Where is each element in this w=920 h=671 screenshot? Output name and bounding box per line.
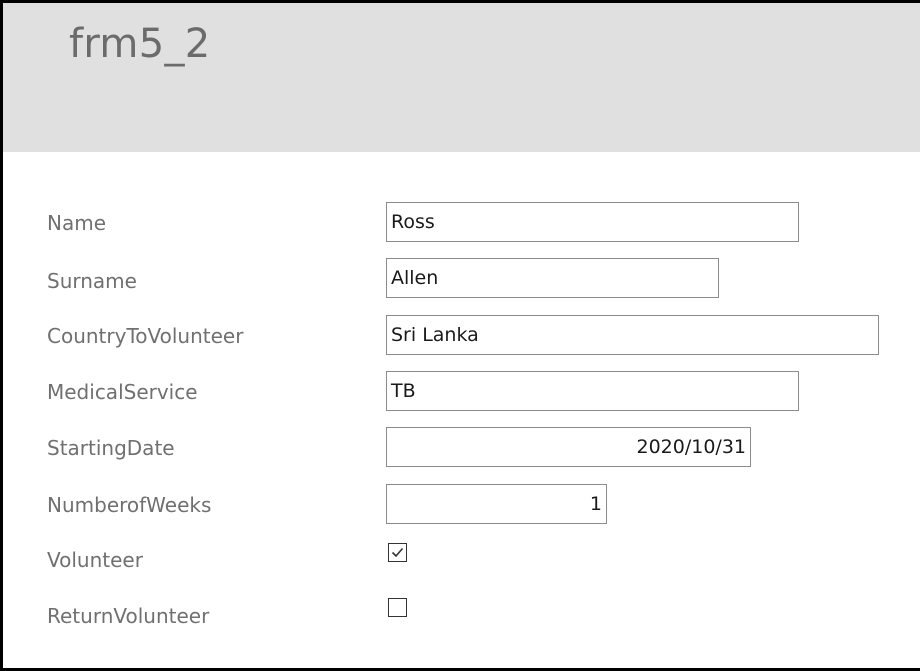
number-of-weeks-field[interactable]: 1 — [386, 484, 607, 524]
starting-date-field[interactable]: 2020/10/31 — [386, 427, 751, 467]
surname-field[interactable]: Allen — [386, 258, 719, 298]
form-title: frm5_2 — [69, 21, 211, 67]
form-header: frm5_2 — [3, 3, 920, 152]
number-of-weeks-label: NumberofWeeks — [47, 493, 212, 517]
checkmark-icon — [391, 547, 404, 558]
medical-service-field[interactable]: TB — [386, 371, 799, 411]
country-field[interactable]: Sri Lanka — [386, 315, 879, 355]
name-label: Name — [47, 211, 107, 235]
surname-label: Surname — [47, 269, 137, 293]
return-volunteer-label: ReturnVolunteer — [47, 604, 210, 628]
return-volunteer-checkbox[interactable] — [388, 598, 407, 617]
form-window: frm5_2 Name Ross Surname Allen CountryTo… — [0, 0, 920, 671]
medical-service-label: MedicalService — [47, 380, 198, 404]
volunteer-checkbox[interactable] — [388, 543, 407, 562]
name-field[interactable]: Ross — [386, 202, 799, 242]
volunteer-label: Volunteer — [47, 548, 143, 572]
starting-date-label: StartingDate — [47, 436, 175, 460]
country-label: CountryToVolunteer — [47, 324, 244, 348]
